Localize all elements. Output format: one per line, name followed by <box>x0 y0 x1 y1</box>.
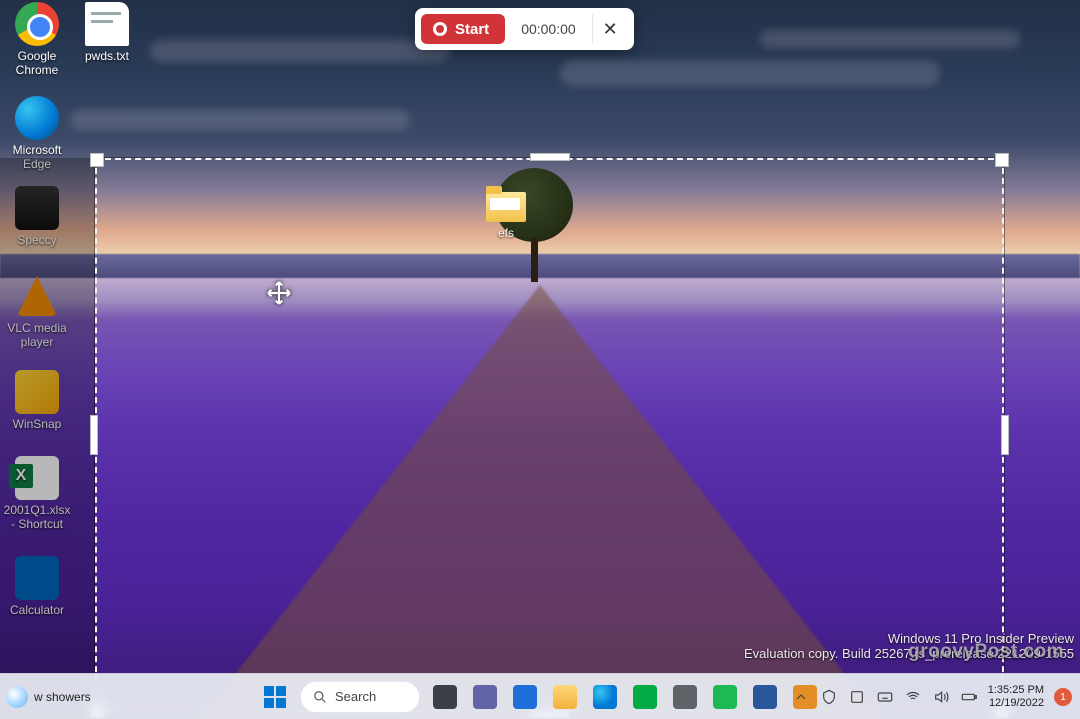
desktop-icon-label: VLC media player <box>0 321 74 349</box>
record-start-label: Start <box>455 21 489 38</box>
text-file-icon <box>85 2 129 46</box>
record-timer: 00:00:00 <box>505 21 592 37</box>
taskbar-pin-file-explorer[interactable] <box>548 680 582 714</box>
desktop-icon-calculator[interactable]: Calculator <box>0 556 74 617</box>
taskbar-weather-widget[interactable]: w showers <box>6 674 91 719</box>
desktop-icon-pwds-txt[interactable]: pwds.txt <box>70 2 144 63</box>
start-button[interactable] <box>258 680 292 714</box>
weather-label: w showers <box>34 690 91 704</box>
desktop-icon-label: Google Chrome <box>0 49 74 77</box>
file-explorer-icon <box>553 685 577 709</box>
desktop-icon-speccy[interactable]: Speccy <box>0 186 74 247</box>
record-icon <box>433 22 447 36</box>
tray-app-icon[interactable] <box>848 688 866 706</box>
chrome-icon <box>15 2 59 46</box>
task-view-icon <box>433 685 457 709</box>
windows-logo-icon <box>264 686 286 708</box>
taskbar-search[interactable]: Search <box>300 681 420 713</box>
taskbar-pin-edge[interactable] <box>588 680 622 714</box>
desktop-icon-chrome[interactable]: Google Chrome <box>0 2 74 77</box>
desktop-icon-label: Calculator <box>0 603 74 617</box>
tray-security-icon[interactable] <box>820 688 838 706</box>
search-icon <box>313 690 327 704</box>
weather-icon <box>6 686 28 708</box>
taskbar-pin-task-view[interactable] <box>428 680 462 714</box>
taskbar-clock-date: 12/19/2022 <box>988 697 1044 710</box>
chat-icon <box>473 685 497 709</box>
taskbar-pin-spotify[interactable] <box>708 680 742 714</box>
microsoft-store-icon <box>513 685 537 709</box>
notification-badge[interactable]: 1 <box>1054 688 1072 706</box>
excel-file-icon <box>15 456 59 500</box>
taskbar-pinned-apps <box>428 680 822 714</box>
taskbar-search-label: Search <box>335 689 376 704</box>
vlc-icon <box>17 276 57 316</box>
desktop-icon-edge[interactable]: Microsoft Edge <box>0 96 74 171</box>
cloud-decor <box>760 30 1020 48</box>
taskbar-pin-word[interactable] <box>748 680 782 714</box>
speccy-icon <box>15 186 59 230</box>
desktop-icon-xlsx-shortcut[interactable]: 2001Q1.xlsx - Shortcut <box>0 456 74 531</box>
taskbar-center: Search <box>258 680 822 714</box>
tray-wifi-icon[interactable] <box>904 688 922 706</box>
edge-icon <box>593 685 617 709</box>
resize-handle-w[interactable] <box>90 415 98 455</box>
cloud-decor <box>70 110 410 130</box>
resize-handle-nw[interactable] <box>90 153 104 167</box>
recording-selection-region[interactable] <box>95 158 1004 712</box>
taskbar[interactable]: w showers Search 1:35:25 PM 12/19/2022 <box>0 673 1080 719</box>
taskbar-clock[interactable]: 1:35:25 PM 12/19/2022 <box>988 684 1044 710</box>
tray-battery-icon[interactable] <box>960 688 978 706</box>
word-icon <box>753 685 777 709</box>
cloud-decor <box>560 60 940 86</box>
spotify-icon <box>713 685 737 709</box>
record-start-button[interactable]: Start <box>421 14 505 44</box>
desktop[interactable]: Google Chrome pwds.txt Microsoft Edge Sp… <box>0 0 1080 719</box>
desktop-icon-label: Speccy <box>0 233 74 247</box>
winsnap-icon <box>15 370 59 414</box>
screen-recorder-toolbar[interactable]: Start 00:00:00 ✕ <box>415 8 634 50</box>
tray-overflow-chevron-icon[interactable] <box>792 688 810 706</box>
recorder-close-button[interactable]: ✕ <box>592 14 628 44</box>
calculator-icon <box>15 556 59 600</box>
resize-handle-n[interactable] <box>530 153 570 161</box>
taskbar-pin-settings[interactable] <box>668 680 702 714</box>
desktop-icon-vlc[interactable]: VLC media player <box>0 274 74 349</box>
desktop-icon-label: WinSnap <box>0 417 74 431</box>
taskbar-system-tray[interactable]: 1:35:25 PM 12/19/2022 1 <box>792 674 1072 719</box>
terminal-icon <box>633 685 657 709</box>
cloud-decor <box>150 40 450 62</box>
desktop-icon-label: Microsoft Edge <box>0 143 74 171</box>
settings-icon <box>673 685 697 709</box>
taskbar-pin-microsoft-store[interactable] <box>508 680 542 714</box>
tray-volume-icon[interactable] <box>932 688 950 706</box>
tray-keyboard-icon[interactable] <box>876 688 894 706</box>
edge-icon <box>15 96 59 140</box>
resize-handle-e[interactable] <box>1001 415 1009 455</box>
taskbar-clock-time: 1:35:25 PM <box>988 684 1044 697</box>
desktop-icon-winsnap[interactable]: WinSnap <box>0 370 74 431</box>
desktop-icon-label: pwds.txt <box>70 49 144 63</box>
desktop-icon-label: 2001Q1.xlsx - Shortcut <box>0 503 74 531</box>
taskbar-pin-terminal[interactable] <box>628 680 662 714</box>
taskbar-pin-chat[interactable] <box>468 680 502 714</box>
resize-handle-ne[interactable] <box>995 153 1009 167</box>
